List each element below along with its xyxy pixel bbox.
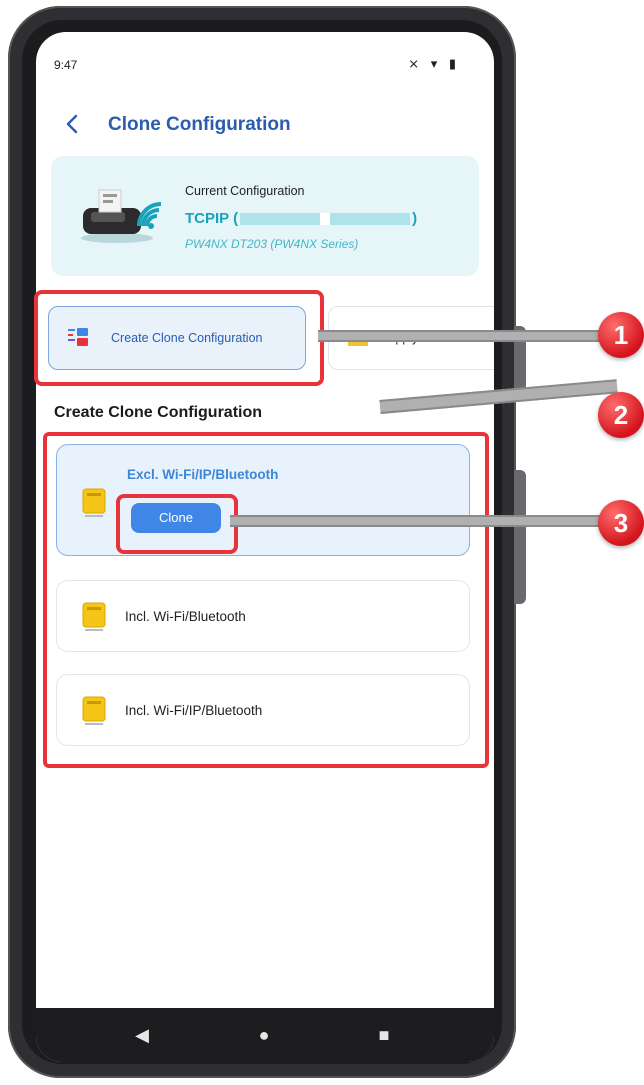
callout-badge-3: 3 (598, 500, 644, 546)
current-configuration-label: Current Configuration (185, 184, 305, 198)
page-title: Clone Configuration (108, 114, 291, 135)
power-button (514, 470, 526, 604)
callout-badge-2: 2 (598, 392, 644, 438)
current-configuration-card: Current Configuration TCPIP () PW4NX DT2… (51, 156, 479, 276)
highlight-box-3 (116, 494, 238, 554)
redacted-address (240, 213, 411, 226)
callout-line-1 (318, 330, 600, 342)
status-time: 9:47 (54, 58, 78, 72)
nav-home-button[interactable]: ● (250, 1022, 278, 1048)
printer-model: PW4NX DT203 (PW4NX Series) (185, 237, 359, 251)
highlight-box-2 (43, 432, 489, 768)
callout-badge-1: 1 (598, 312, 644, 358)
chevron-left-icon (66, 114, 78, 134)
printer-wifi-icon (81, 189, 162, 243)
connection-info: TCPIP () (185, 210, 417, 227)
callout-line-3 (230, 515, 600, 527)
section-title: Create Clone Configuration (54, 404, 263, 421)
system-nav-bar: ◀ ● ■ (36, 1008, 494, 1062)
highlight-box-1 (34, 290, 324, 386)
nav-back-button[interactable]: ◀ (128, 1022, 156, 1048)
connection-suffix: ) (412, 210, 418, 227)
nav-recent-apps-button[interactable]: ■ (370, 1022, 398, 1048)
status-icons: ⨯ ▾ ▮ (408, 56, 460, 71)
connection-prefix: TCPIP ( (185, 210, 239, 227)
back-button[interactable] (62, 110, 86, 138)
